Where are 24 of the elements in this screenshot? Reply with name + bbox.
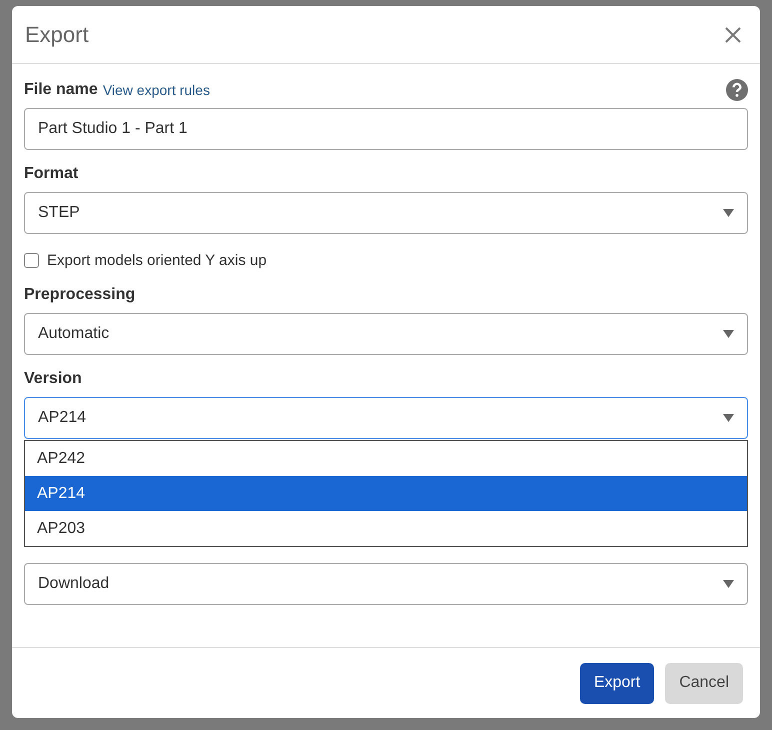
export-rules-link[interactable]: View export rules <box>102 82 210 98</box>
caret-icon <box>723 330 734 338</box>
cancel-button[interactable]: Cancel <box>665 662 743 704</box>
select-field[interactable]: STEP <box>24 192 748 234</box>
close-icon[interactable] <box>724 26 742 44</box>
file-name-field[interactable]: Part Studio 1 - Part 1 <box>24 108 748 150</box>
select-field[interactable]: Download <box>24 563 748 605</box>
field-label: File name <box>24 81 98 99</box>
field-label: Version <box>24 370 82 388</box>
select-field[interactable]: Automatic <box>24 313 748 355</box>
caret-icon <box>723 580 734 588</box>
field-label: Format <box>24 165 78 183</box>
caret-icon <box>723 209 734 217</box>
dropdown-option[interactable]: AP214 <box>25 476 747 511</box>
field-label: Preprocessing <box>24 286 136 304</box>
dialog-title: Export <box>25 22 89 48</box>
export-button[interactable]: Export <box>580 662 654 704</box>
select-field[interactable]: AP214 <box>24 397 748 439</box>
checkbox-label: Export models oriented Y axis up <box>47 252 267 269</box>
caret-icon <box>723 414 734 422</box>
checkbox[interactable] <box>24 253 39 268</box>
help-icon[interactable] <box>726 79 748 101</box>
dropdown-option[interactable]: AP203 <box>25 511 747 546</box>
dropdown-option[interactable]: AP242 <box>25 441 747 476</box>
